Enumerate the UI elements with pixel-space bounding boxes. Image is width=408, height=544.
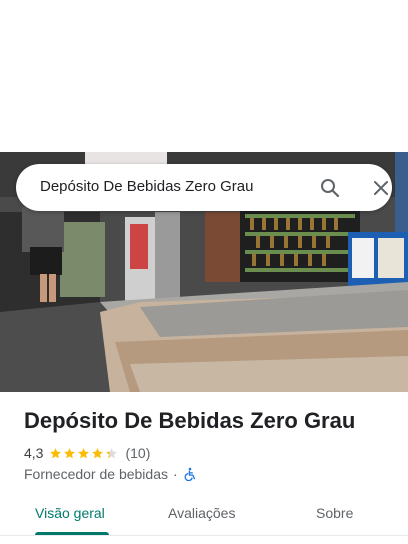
star-icon <box>50 447 62 458</box>
search-bar[interactable]: Depósito De Bebidas Zero Grau <box>16 164 392 211</box>
star-icon <box>106 447 118 458</box>
search-input[interactable]: Depósito De Bebidas Zero Grau <box>40 178 253 195</box>
tab-divider <box>0 535 408 536</box>
category-label: Fornecedor de bebidas <box>24 466 168 482</box>
rating-value: 4,3 <box>24 445 44 461</box>
close-icon[interactable] <box>369 176 393 200</box>
tab-bar: Visão geral Avaliações Sobre <box>0 494 408 538</box>
star-icon <box>92 447 104 458</box>
rating-row[interactable]: 4,3 (10) <box>24 444 150 462</box>
search-icon[interactable] <box>318 176 342 200</box>
tab-overview[interactable]: Visão geral <box>35 505 105 521</box>
star-icon <box>78 447 90 458</box>
wheelchair-icon <box>183 467 197 482</box>
star-rating <box>49 447 119 460</box>
tab-reviews[interactable]: Avaliações <box>168 505 235 521</box>
place-title: Depósito De Bebidas Zero Grau <box>24 408 356 433</box>
separator-dot: · <box>173 466 178 482</box>
category-row: Fornecedor de bebidas · <box>24 465 197 483</box>
tab-about[interactable]: Sobre <box>316 505 353 521</box>
star-icon <box>64 447 76 458</box>
review-count[interactable]: (10) <box>125 445 150 461</box>
